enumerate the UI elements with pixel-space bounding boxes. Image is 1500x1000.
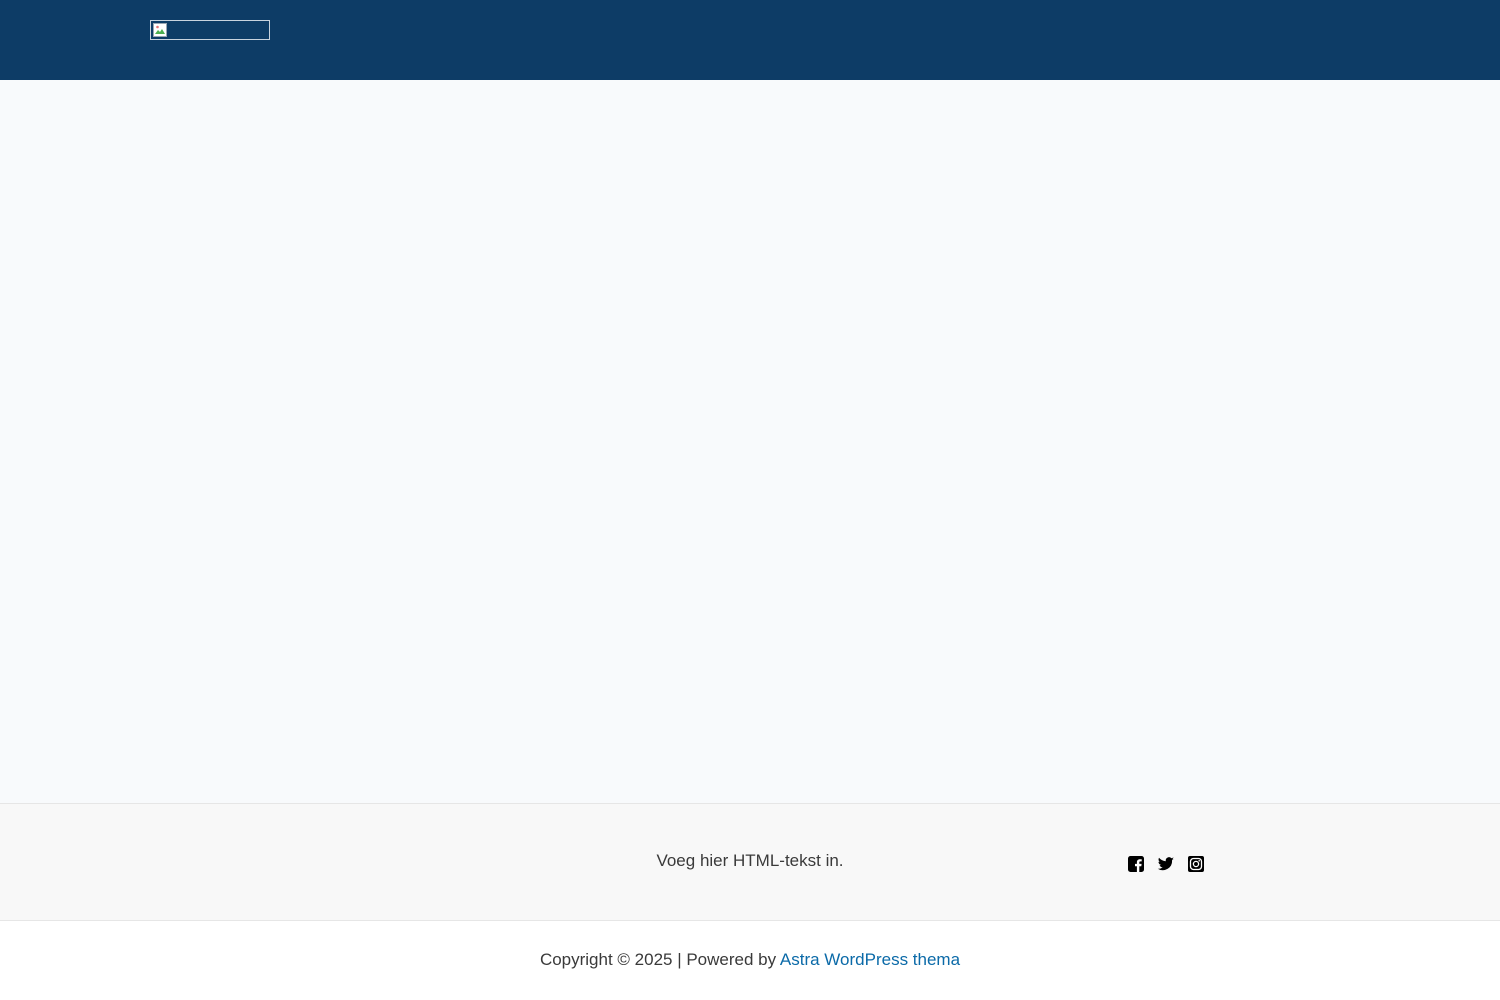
social-icons xyxy=(1127,855,1205,873)
instagram-icon xyxy=(1188,856,1204,872)
facebook-icon xyxy=(1128,856,1144,872)
broken-image-icon xyxy=(152,22,168,38)
twitter-link[interactable] xyxy=(1157,855,1175,873)
footer-widget-area: Voeg hier HTML-tekst in. xyxy=(0,803,1500,921)
copyright-text: Copyright © 2025 | Powered by Astra Word… xyxy=(0,950,1500,970)
twitter-icon xyxy=(1157,857,1174,871)
footer-copyright-bar: Copyright © 2025 | Powered by Astra Word… xyxy=(0,921,1500,1000)
main-content-area xyxy=(0,80,1500,803)
site-header xyxy=(0,0,1500,80)
facebook-link[interactable] xyxy=(1127,855,1145,873)
copyright-prefix: Copyright © 2025 | Powered by xyxy=(539,950,780,969)
site-logo-link[interactable] xyxy=(150,20,270,40)
astra-theme-link[interactable]: Astra WordPress thema xyxy=(780,950,960,969)
footer-html-text: Voeg hier HTML-tekst in. xyxy=(656,851,844,870)
instagram-link[interactable] xyxy=(1187,855,1205,873)
